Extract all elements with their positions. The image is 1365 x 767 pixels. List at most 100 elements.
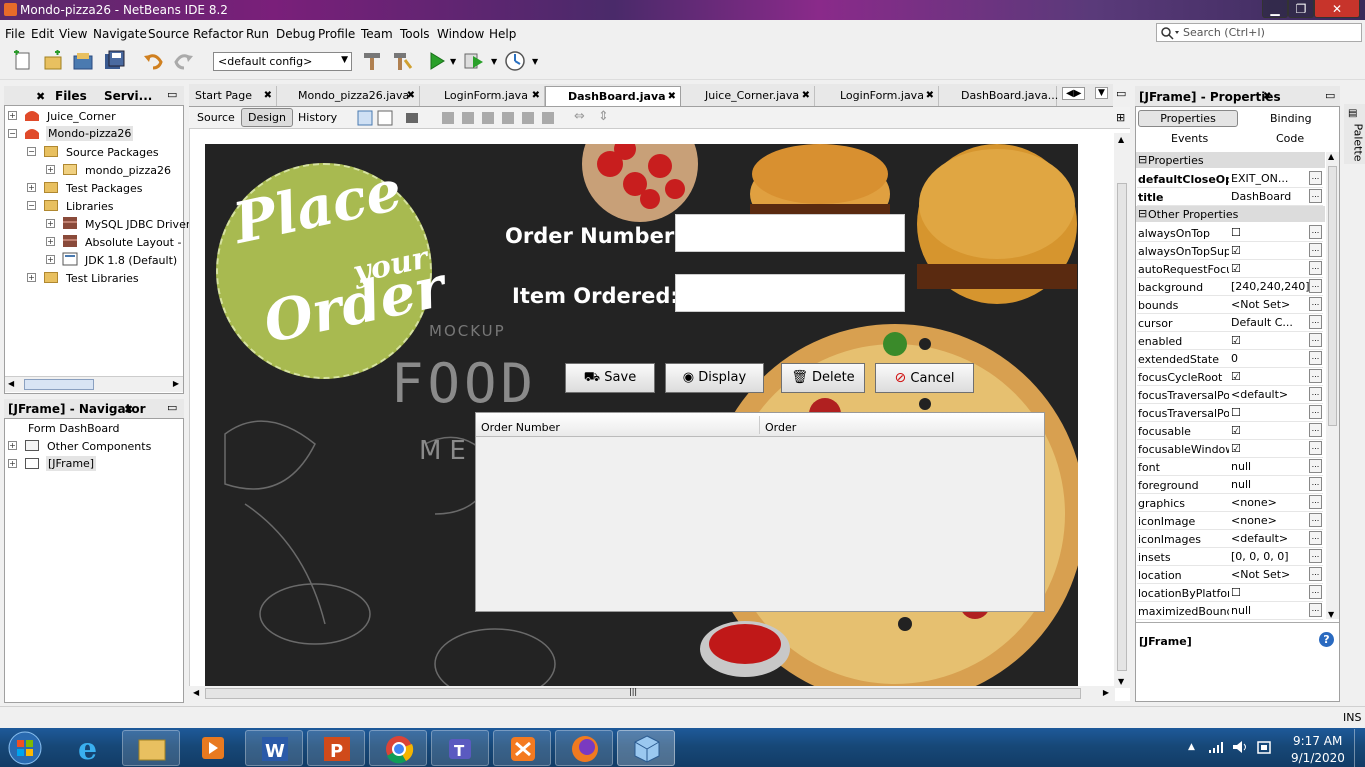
property-editor-button[interactable]: ... <box>1309 279 1322 293</box>
property-editor-button[interactable]: ... <box>1309 225 1322 239</box>
property-editor-button[interactable]: ... <box>1309 603 1322 617</box>
tab-start-page[interactable]: Start Page ✖ <box>191 86 277 106</box>
property-value[interactable]: <default> <box>1231 532 1309 545</box>
run-project-icon[interactable] <box>426 50 448 72</box>
new-project-icon[interactable] <box>42 50 64 72</box>
tree-item-test-packages[interactable]: Test Packages <box>66 182 142 195</box>
collapse-icon[interactable]: − <box>27 201 36 210</box>
property-row[interactable]: maximizedBoundsnull... <box>1137 602 1323 620</box>
tab-files[interactable]: Files <box>55 89 87 103</box>
properties-vscrollbar[interactable]: ▲ ▼ <box>1326 152 1339 619</box>
cancel-button[interactable]: ⊘ Cancel <box>875 363 974 393</box>
menu-run[interactable]: Run <box>246 27 269 41</box>
start-button-icon[interactable] <box>5 730 45 766</box>
clock-time[interactable]: 9:17 AM <box>1293 734 1342 748</box>
property-editor-button[interactable]: ... <box>1309 243 1322 257</box>
property-row[interactable]: location <Not Set>... <box>1137 566 1323 584</box>
property-row[interactable]: autoRequestFocus ☑... <box>1137 260 1323 278</box>
show-desktop-button[interactable] <box>1354 729 1365 767</box>
property-row[interactable]: extendedState 0... <box>1137 350 1323 368</box>
expand-icon[interactable]: + <box>8 459 17 468</box>
property-value[interactable]: null <box>1231 478 1309 491</box>
expand-icon[interactable]: + <box>8 111 17 120</box>
prop-tab-properties[interactable]: Properties <box>1138 110 1238 127</box>
tree-item-mondo-pizza26-package[interactable]: mondo_pizza26 <box>85 164 171 177</box>
action-center-icon[interactable] <box>1256 740 1272 755</box>
property-value[interactable]: [240,240,240] <box>1231 280 1309 293</box>
file-explorer-taskbar-button[interactable] <box>122 730 180 766</box>
expand-icon[interactable]: + <box>27 273 36 282</box>
show-hidden-icons-icon[interactable]: ▲ <box>1188 742 1195 752</box>
menu-edit[interactable]: Edit <box>31 27 54 41</box>
prop-tab-code[interactable]: Code <box>1276 132 1304 145</box>
maximize-button[interactable]: ❐ <box>1288 0 1314 18</box>
expand-icon[interactable]: + <box>46 237 55 246</box>
align-icons[interactable] <box>440 109 560 127</box>
tab-list-icon[interactable]: ▼ <box>1095 87 1108 99</box>
property-value[interactable]: <Not Set> <box>1231 568 1309 581</box>
profile-dropdown-icon[interactable]: ▼ <box>532 57 538 66</box>
properties-title[interactable]: [JFrame] - Properties <box>1139 90 1281 104</box>
property-value[interactable]: <default> <box>1231 388 1309 401</box>
tree-item-juice-corner[interactable]: Juice_Corner <box>47 110 116 123</box>
property-value[interactable]: <none> <box>1231 496 1309 509</box>
property-editor-button[interactable]: ... <box>1309 369 1322 383</box>
property-row[interactable]: iconImage <none>... <box>1137 512 1323 530</box>
expand-icon[interactable]: + <box>8 441 17 450</box>
close-icon[interactable]: ✖ <box>926 90 934 101</box>
resize-vertical-icon[interactable]: ⇕ <box>598 109 609 124</box>
property-row[interactable]: cursor Default C...... <box>1137 314 1323 332</box>
minimize-button[interactable]: ▁ <box>1262 0 1288 18</box>
design-hscrollbar[interactable]: ◀ ||| ▶ <box>189 686 1115 702</box>
property-row[interactable]: focusTraversalPoli ☐... <box>1137 404 1323 422</box>
property-value[interactable]: ☑ <box>1231 244 1309 257</box>
menu-window[interactable]: Window <box>437 27 484 41</box>
property-value[interactable]: ☑ <box>1231 334 1309 347</box>
menu-refactor[interactable]: Refactor <box>193 27 243 41</box>
close-icon[interactable]: ✖ <box>264 90 272 101</box>
tab-services[interactable]: Servi... <box>104 89 152 103</box>
chrome-taskbar-button[interactable] <box>369 730 427 766</box>
property-value[interactable]: ☑ <box>1231 370 1309 383</box>
property-editor-button[interactable]: ... <box>1309 189 1322 203</box>
property-editor-button[interactable]: ... <box>1309 567 1322 581</box>
firefox-taskbar-button[interactable] <box>555 730 613 766</box>
property-row[interactable]: enabled ☑... <box>1137 332 1323 350</box>
menu-help[interactable]: Help <box>489 27 516 41</box>
property-editor-button[interactable]: ... <box>1309 495 1322 509</box>
resize-horizontal-icon[interactable]: ⇔ <box>574 109 585 124</box>
tab-loginform-java[interactable]: LoginForm.java ✖ <box>420 86 545 106</box>
property-row[interactable]: locationByPlatform☐... <box>1137 584 1323 602</box>
help-icon[interactable]: ? <box>1319 632 1334 647</box>
property-value[interactable]: [0, 0, 0, 0] <box>1231 550 1309 563</box>
property-row[interactable]: background [240,240,240]... <box>1137 278 1323 296</box>
property-row[interactable]: alwaysOnTopSupp ☑... <box>1137 242 1323 260</box>
close-icon[interactable]: ✖ <box>532 90 540 101</box>
build-hammer-icon[interactable] <box>361 50 383 72</box>
column-header-order[interactable]: Order <box>765 421 796 434</box>
minimize-editor-icon[interactable]: ▭ <box>1116 87 1126 100</box>
property-row[interactable]: title DashBoard... <box>1137 188 1323 206</box>
expand-icon[interactable]: + <box>46 219 55 228</box>
property-value[interactable]: <none> <box>1231 514 1309 527</box>
xampp-taskbar-button[interactable] <box>493 730 551 766</box>
close-icon[interactable]: ✖ <box>124 403 133 416</box>
property-row[interactable]: defaultCloseOpeEXIT_ON...... <box>1137 170 1323 188</box>
property-editor-button[interactable]: ... <box>1309 315 1322 329</box>
clean-build-icon[interactable] <box>391 50 413 72</box>
nav-item-other-components[interactable]: Other Components <box>47 440 151 453</box>
subtab-history[interactable]: History <box>298 111 337 124</box>
tab-dashboard-java-2[interactable]: DashBoard.java... <box>939 86 1058 106</box>
close-icon[interactable]: ✖ <box>407 90 415 101</box>
search-input[interactable]: Search (Ctrl+I) <box>1156 23 1362 42</box>
design-tools-icons[interactable] <box>356 109 426 127</box>
open-project-icon[interactable] <box>72 50 94 72</box>
undo-icon[interactable] <box>142 50 164 72</box>
menu-profile[interactable]: Profile <box>318 27 355 41</box>
property-row[interactable]: graphics <none>... <box>1137 494 1323 512</box>
property-value[interactable]: ☑ <box>1231 262 1309 275</box>
property-editor-button[interactable]: ... <box>1309 351 1322 365</box>
scroll-tabs-icon[interactable]: ◀▶ <box>1062 87 1086 100</box>
save-button[interactable]: ⛟ Save <box>565 363 655 393</box>
prop-tab-binding[interactable]: Binding <box>1270 112 1312 125</box>
